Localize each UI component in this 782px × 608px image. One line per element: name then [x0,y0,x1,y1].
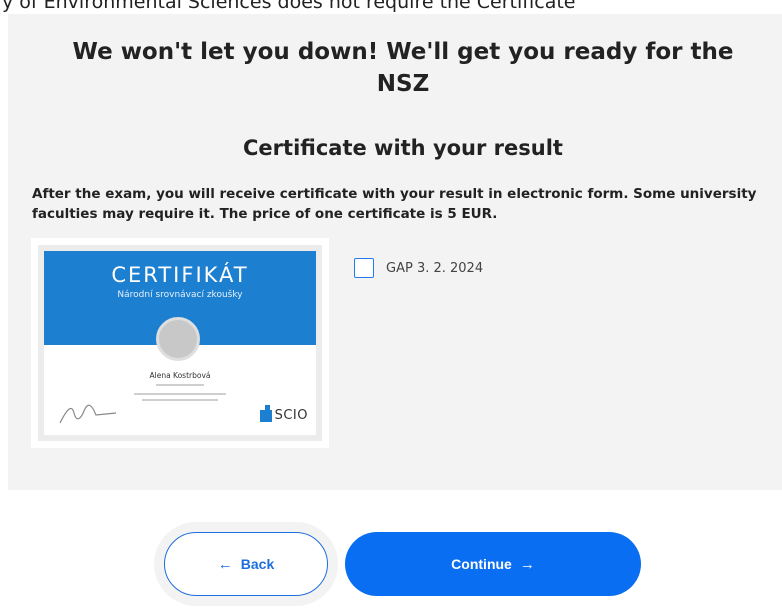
back-button[interactable]: ← Back [164,532,328,596]
certificate-preview: CERTIFIKÁT Národní srovnávací zkoušky Al… [31,238,329,448]
certificate-text-line [134,393,226,395]
section-description: After the exam, you will receive certifi… [32,186,757,222]
certificate-subtitle: Národní srovnávací zkoušky [117,290,243,300]
certificate-holder-name: Alena Kostrbová [149,371,211,380]
option-gap-checkbox-row[interactable]: GAP 3. 2. 2024 [354,258,483,278]
certificate-text-line [142,399,218,401]
scio-logo: SCIO [259,404,308,423]
page-headline: We won't let you down! We'll get you rea… [28,36,778,100]
headline-line-1: We won't let you down! We'll get you rea… [72,39,734,65]
certificate-title: CERTIFIKÁT [111,263,249,287]
certificate-seal [156,317,200,361]
option-label: GAP 3. 2. 2024 [386,260,484,276]
scio-logo-text: SCIO [274,408,308,423]
certificate-text-line [156,384,204,386]
arrow-left-icon: ← [217,555,233,573]
certificate-image: CERTIFIKÁT Národní srovnávací zkoušky Al… [38,245,322,441]
scio-logo-mark [259,404,272,422]
certificate-panel: We won't let you down! We'll get you rea… [8,14,782,490]
signature-icon [59,404,117,424]
headline-line-2: NSZ [376,71,430,97]
continue-button-label: Continue [451,556,512,572]
section-title: Certificate with your result [243,136,563,160]
back-button-label: Back [240,556,275,572]
option-checkbox[interactable] [354,258,374,278]
arrow-right-icon: → [519,555,535,573]
continue-button[interactable]: Continue → [345,532,641,596]
top-strip-text: y of Environmental Sciences does not req… [2,0,576,13]
